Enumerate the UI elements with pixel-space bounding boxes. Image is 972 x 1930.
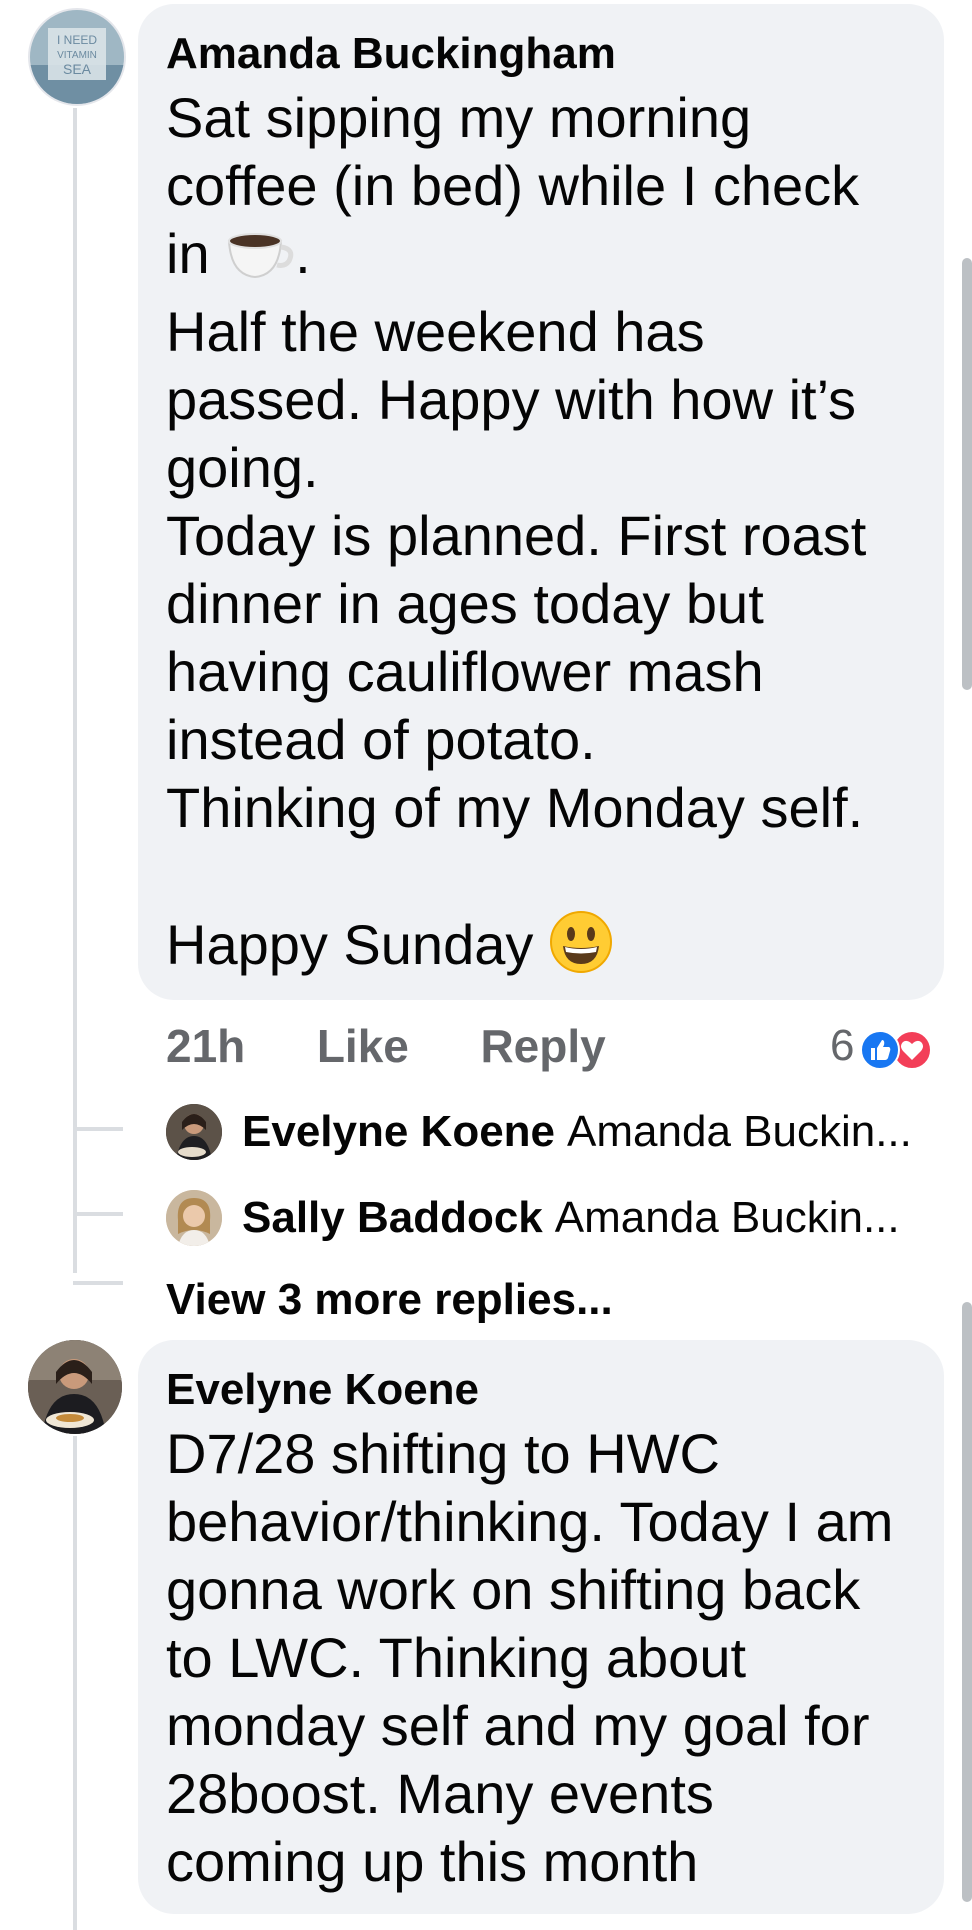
scrollbar-thumb[interactable] [962,258,972,690]
thread-line-branch-3 [73,1281,123,1285]
comment-bubble-amanda[interactable]: Amanda Buckingham Sat sipping my morning… [138,4,944,1000]
comment-text: D7/28 shifting to HWC behavior/thinking.… [166,1422,894,1893]
svg-text:VITAMIN: VITAMIN [57,50,97,61]
coffee-cup-icon [225,230,295,298]
avatar-sally-small [166,1190,222,1246]
reaction-count: 6 [830,1021,855,1070]
comment-meta: 21h Like Reply [166,1016,606,1076]
vitamin-sea-logo: I NEED VITAMIN SEA [30,10,124,104]
comment-author[interactable]: Amanda Buckingham [166,24,916,84]
comment-text: Sat sipping my morning coffee (in bed) w… [166,84,916,989]
reply-button[interactable]: Reply [480,1016,605,1076]
reply-preview: Amanda Buckin... [567,1107,912,1156]
reaction-summary[interactable]: 6 [830,1016,933,1076]
avatar-amanda[interactable]: I NEED VITAMIN SEA [28,8,126,106]
thread-line-branch-1 [73,1127,123,1131]
reply-author[interactable]: Evelyne Koene [242,1107,555,1157]
comment-bubble-evelyne[interactable]: Evelyne Koene D7/28 shifting to HWC beha… [138,1340,944,1914]
thread-line-second [73,1436,77,1930]
avatar-evelyne-small [166,1104,222,1160]
reply-sally[interactable]: Sally Baddock Amanda Buckin... [166,1190,900,1246]
reply-author[interactable]: Sally Baddock [242,1193,543,1243]
comment-timestamp[interactable]: 21h [166,1016,245,1076]
grinning-face-icon [549,910,613,989]
svg-text:SEA: SEA [63,61,92,77]
view-more-replies-link[interactable]: View 3 more replies... [166,1270,613,1330]
like-icon [860,1026,901,1070]
svg-text:I NEED: I NEED [57,33,97,47]
like-button[interactable]: Like [317,1016,409,1076]
comment-author[interactable]: Evelyne Koene [166,1360,916,1420]
reply-preview: Amanda Buckin... [554,1193,900,1242]
reply-evelyne[interactable]: Evelyne Koene Amanda Buckin... [166,1104,912,1160]
scrollbar-thumb-lower[interactable] [962,1302,972,1902]
comment-text-part-2: Half the weekend has passed. Happy with … [166,300,867,839]
thread-line-branch-2 [73,1212,123,1216]
comment-text-part-3: Happy Sunday [166,913,549,976]
avatar-evelyne[interactable] [28,1340,122,1434]
comment-text-part-1-end: . [295,222,311,285]
thread-line-first [73,108,77,1273]
